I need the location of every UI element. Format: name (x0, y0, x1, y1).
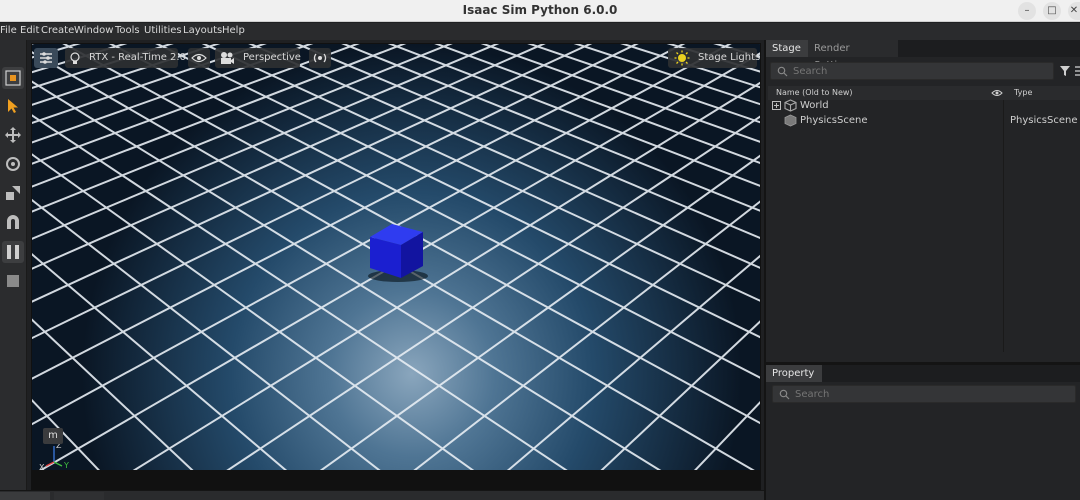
tree-row-physicsscene[interactable]: PhysicsScene PhysicsScene (768, 113, 1080, 128)
stage-search[interactable] (770, 62, 1054, 80)
search-icon (777, 66, 788, 77)
property-search-input[interactable] (795, 387, 1035, 401)
tree-item-label: World (800, 100, 829, 111)
lightbulb-icon (70, 52, 80, 64)
broadcast-icon[interactable] (309, 48, 331, 68)
tree-item-label: PhysicsScene (800, 115, 868, 126)
title-bar: Isaac Sim Python 6.0.0 – □ ✕ (0, 0, 1080, 22)
search-icon (779, 389, 790, 400)
minimize-icon[interactable]: – (1018, 2, 1036, 20)
pause-icon[interactable] (2, 241, 24, 263)
stage-search-input[interactable] (793, 64, 1033, 78)
stage-lights-label: Stage Lights (698, 52, 761, 63)
renderer-label: RTX - Real-Time 2.0 (89, 52, 186, 63)
menu-bar: File Edit Create Window Tools Utilities … (0, 23, 1080, 40)
axis-label-x: X (39, 463, 45, 471)
tree-item-type: PhysicsScene (1010, 115, 1078, 126)
renderer-button[interactable]: RTX - Real-Time 2.0 (65, 48, 186, 68)
camera-label: Perspective (243, 52, 301, 63)
tab-render-settings[interactable]: Render Settings (808, 40, 898, 71)
snap-magnet-icon[interactable] (2, 211, 24, 233)
viewport-bottom-bar (31, 471, 761, 490)
menu-window[interactable]: Window (74, 25, 113, 36)
stage-tab-row: Stage Render Settings (766, 40, 1080, 71)
camera-icon (221, 52, 234, 64)
menu-tools[interactable]: Tools (115, 25, 140, 36)
tab-stage[interactable]: Stage (766, 40, 808, 57)
scale-icon[interactable] (2, 182, 24, 204)
stop-icon[interactable] (2, 270, 24, 292)
camera-button[interactable]: Perspective (215, 48, 301, 68)
bottom-tab-1[interactable] (0, 492, 50, 500)
expand-icon[interactable] (772, 101, 781, 110)
axis-label-y: Y (63, 461, 69, 470)
menu-edit[interactable]: Edit (20, 25, 39, 36)
property-tab-row: Property (766, 365, 1080, 382)
window-title: Isaac Sim Python 6.0.0 (462, 3, 618, 17)
tree-row-world[interactable]: World (768, 98, 1080, 113)
xform-cube-icon (784, 99, 797, 112)
bottom-tab-2[interactable] (54, 492, 104, 500)
property-panel: Property (764, 362, 1080, 490)
select-arrow-icon[interactable] (2, 95, 24, 117)
physics-scene-cube-icon (784, 114, 797, 127)
close-icon[interactable]: ✕ (1068, 2, 1080, 20)
maximize-icon[interactable]: □ (1043, 2, 1061, 20)
menu-utilities[interactable]: Utilities (144, 25, 182, 36)
menu-help[interactable]: Help (222, 25, 245, 36)
move-icon[interactable] (2, 124, 24, 146)
visibility-eye-icon[interactable] (188, 48, 210, 68)
select-mode-icon[interactable] (2, 67, 24, 89)
column-divider (1003, 100, 1004, 352)
menu-layouts[interactable]: Layouts (183, 25, 222, 36)
options-menu-icon[interactable] (1074, 65, 1080, 77)
viewport[interactable]: RTX - Real-Time 2.0 Perspective Stage Li… (31, 43, 761, 471)
sun-icon (674, 50, 690, 66)
left-toolbar (0, 40, 27, 500)
stage-lights-button[interactable]: Stage Lights (668, 48, 761, 68)
menu-file[interactable]: File (0, 25, 17, 36)
viewport-scene (32, 44, 760, 470)
isaac-sim-window: Isaac Sim Python 6.0.0 – □ ✕ File Edit C… (0, 0, 1080, 500)
mode-key-button[interactable]: m (43, 428, 63, 444)
visibility-column-eye-icon[interactable] (991, 89, 1003, 97)
viewport-settings-icon[interactable] (34, 48, 58, 68)
tab-property[interactable]: Property (766, 365, 822, 382)
rotate-icon[interactable] (2, 153, 24, 175)
menu-create[interactable]: Create (41, 25, 74, 36)
property-search[interactable] (772, 385, 1076, 403)
filter-icon[interactable] (1059, 65, 1071, 77)
